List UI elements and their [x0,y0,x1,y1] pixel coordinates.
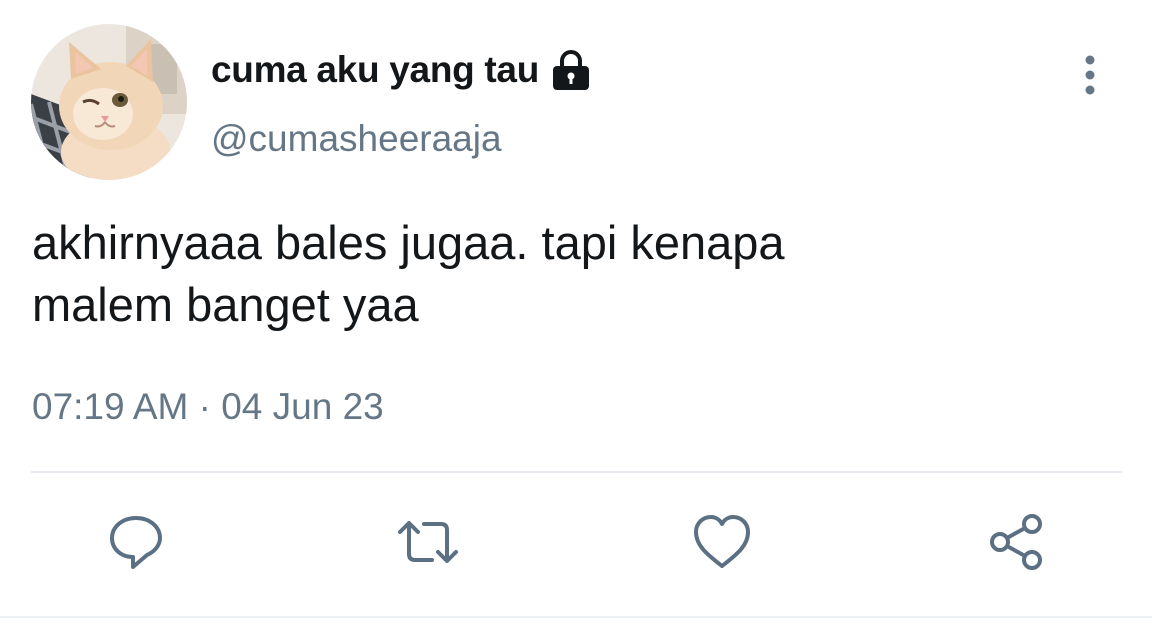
tweet-text-line: malem banget yaa [32,278,419,331]
reply-icon [110,516,162,569]
tweet-card: cuma aku yang tau @cumasheeraaja akhirny… [0,0,1152,636]
divider [31,471,1122,473]
retweet-button[interactable] [396,510,460,574]
like-button[interactable] [690,510,754,574]
tweet-text: akhirnyaaa bales jugaa. tapi kenapa male… [32,212,1112,336]
more-vertical-icon [1085,55,1095,95]
reply-button[interactable] [104,510,168,574]
display-name-row: cuma aku yang tau [211,48,593,92]
avatar[interactable] [31,24,187,180]
more-options-button[interactable] [1072,52,1108,98]
display-name[interactable]: cuma aku yang tau [211,49,539,91]
user-handle[interactable]: @cumasheeraaja [211,118,502,160]
bottom-divider [0,616,1152,618]
share-button[interactable] [986,510,1050,574]
avatar-cat-image [31,24,187,180]
tweet-timestamp[interactable]: 07:19 AM · 04 Jun 23 [32,386,384,428]
tweet-text-line: akhirnyaaa bales jugaa. tapi kenapa [32,216,785,269]
action-bar [0,510,1152,580]
heart-icon [694,515,750,568]
retweet-icon [398,521,458,563]
share-icon [990,514,1042,570]
lock-icon [549,48,593,92]
